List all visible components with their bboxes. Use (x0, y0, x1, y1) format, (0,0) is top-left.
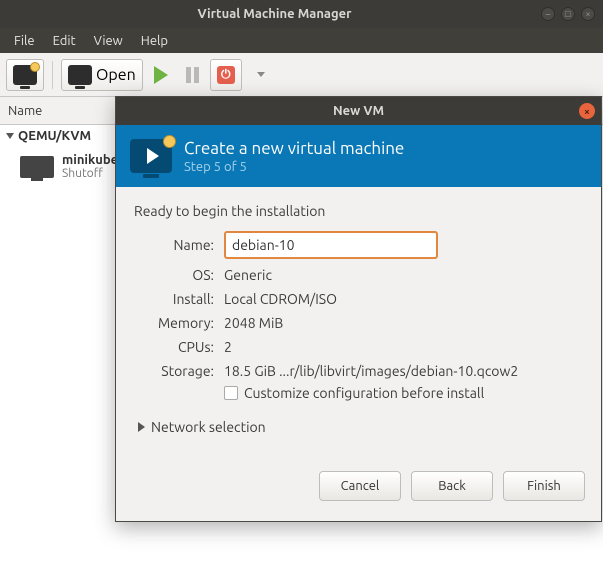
dialog-titlebar: New VM × (116, 97, 601, 125)
label-install: Install: (134, 291, 214, 307)
dialog-step-text: Step 5 of 5 (184, 160, 404, 174)
dialog-actions: Cancel Back Finish (116, 459, 601, 521)
vm-state: Shutoff (62, 167, 118, 180)
shutdown-menu-button[interactable] (246, 59, 272, 91)
run-button[interactable] (147, 59, 175, 91)
maximize-icon[interactable]: □ (561, 7, 575, 21)
cancel-button[interactable]: Cancel (319, 471, 401, 501)
label-cpus: CPUs: (134, 339, 214, 355)
pause-icon (186, 67, 199, 83)
value-install: Local CDROM/ISO (224, 291, 583, 307)
label-name: Name: (134, 237, 214, 253)
menu-edit[interactable]: Edit (45, 31, 84, 51)
dialog-window-title: New VM (333, 104, 384, 118)
dialog-header: Create a new virtual machine Step 5 of 5 (116, 125, 601, 187)
toolbar: Open ⏻ (0, 53, 603, 97)
vm-create-icon (130, 139, 172, 173)
label-os: OS: (134, 267, 214, 283)
power-icon: ⏻ (217, 66, 235, 84)
expand-icon (6, 133, 14, 139)
host-group-label: QEMU/KVM (18, 129, 91, 143)
vm-thumbnail-icon (20, 156, 54, 178)
shutdown-button[interactable]: ⏻ (210, 59, 242, 91)
value-os: Generic (224, 267, 583, 283)
play-icon (154, 66, 168, 84)
chevron-right-icon (138, 422, 145, 432)
label-storage: Storage: (134, 363, 214, 379)
window-controls: – □ × (541, 7, 595, 21)
vm-name: minikube (62, 153, 118, 167)
dialog-header-title: Create a new virtual machine (184, 139, 404, 158)
menu-file[interactable]: File (6, 31, 43, 51)
open-label: Open (96, 66, 136, 84)
value-memory: 2048 MiB (224, 315, 583, 331)
monitor-icon (68, 65, 92, 85)
name-input[interactable] (224, 231, 438, 259)
dialog-close-button[interactable]: × (579, 103, 595, 119)
label-memory: Memory: (134, 315, 214, 331)
new-vm-button[interactable] (6, 59, 44, 91)
close-icon[interactable]: × (581, 7, 595, 21)
customize-label: Customize configuration before install (244, 385, 484, 401)
value-cpus: 2 (224, 339, 583, 355)
network-label: Network selection (151, 419, 266, 435)
dialog-intro: Ready to begin the installation (134, 203, 583, 219)
back-button[interactable]: Back (411, 471, 493, 501)
new-vm-dialog: New VM × Create a new virtual machine St… (115, 96, 602, 522)
new-vm-icon (13, 65, 37, 85)
menu-help[interactable]: Help (133, 31, 176, 51)
main-window-title: Virtual Machine Manager (8, 7, 541, 21)
finish-button[interactable]: Finish (503, 471, 585, 501)
dialog-body: Ready to begin the installation Name: OS… (116, 187, 601, 435)
network-expander[interactable]: Network selection (138, 419, 583, 435)
vm-info: minikube Shutoff (62, 153, 118, 180)
chevron-down-icon (257, 72, 265, 77)
close-icon: × (584, 106, 590, 117)
main-titlebar: Virtual Machine Manager – □ × (0, 0, 603, 28)
toolbar-separator (52, 61, 53, 89)
open-button[interactable]: Open (61, 59, 143, 91)
minimize-icon[interactable]: – (541, 7, 555, 21)
menubar: File Edit View Help (0, 28, 603, 53)
menu-view[interactable]: View (86, 31, 131, 51)
value-storage: 18.5 GiB ...r/lib/libvirt/images/debian-… (224, 363, 583, 379)
pause-button[interactable] (179, 59, 206, 91)
customize-checkbox[interactable] (224, 386, 238, 400)
